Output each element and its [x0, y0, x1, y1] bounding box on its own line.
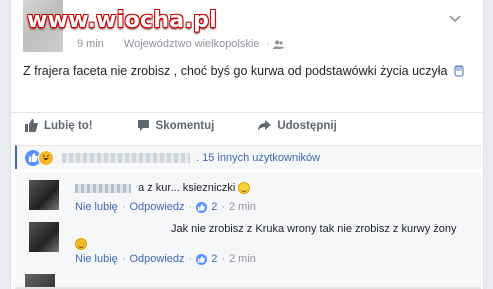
like-button[interactable]: Lubię to! [25, 119, 93, 132]
comment-text: a z kur... ksiezniczki [138, 182, 236, 194]
meta-separator: · [121, 201, 126, 213]
reactions-others-count[interactable]: . 15 innych użytkowników [196, 152, 320, 164]
share-arrow-icon [258, 120, 272, 131]
post-location-label[interactable]: Województwo wielkopolskie [124, 38, 260, 50]
unlike-link[interactable]: Nie lubię [75, 253, 118, 265]
share-label: Udostępnij [277, 119, 337, 132]
comment-button[interactable]: Skomentuj [137, 119, 215, 132]
comment-text: Jak nie zrobisz z Kruka wrony tak nie zr… [171, 223, 457, 235]
post-location[interactable]: Województwo wielkopolskie · [124, 38, 285, 50]
thumbs-up-icon [25, 119, 38, 132]
fist-emoji-icon [451, 64, 464, 78]
unlike-link[interactable]: Nie lubię [75, 201, 118, 213]
comment-like-icon [196, 201, 208, 213]
post-body: Z frajera faceta nie zrobisz , choć byś … [23, 62, 473, 81]
comment-author-blurred[interactable] [75, 183, 131, 193]
meta-separator: · [121, 253, 126, 265]
comment-like-count[interactable]: 2 [211, 201, 217, 213]
comment-author-avatar[interactable] [29, 180, 59, 210]
post-card: www.wiocha.pl 9 min Województwo wielkopo… [10, 0, 484, 289]
comments-section: a z kur... ksiezniczki Nie lubię · Odpow… [15, 172, 481, 289]
comment-timestamp[interactable]: 2 min [229, 253, 256, 265]
comment-author-avatar[interactable] [29, 222, 59, 252]
watermark-logo: www.wiocha.pl [27, 8, 217, 33]
haha-reaction-icon [38, 149, 54, 166]
post-timestamp[interactable]: 9 min [77, 38, 104, 50]
comment-meta: Nie lubię · Odpowiedz · 2 · 2 min [75, 253, 256, 265]
post-meta: 9 min Województwo wielkopolskie · [77, 38, 285, 50]
comment-body: Jak nie zrobisz z Kruka wrony tak nie zr… [171, 223, 457, 235]
reply-link[interactable]: Odpowiedz [129, 253, 184, 265]
like-label: Lubię to! [44, 119, 93, 132]
comment-like-icon [196, 253, 208, 265]
comment-emoji-line [75, 236, 87, 250]
reply-link[interactable]: Odpowiedz [129, 201, 184, 213]
comment-label: Skomentuj [155, 119, 215, 132]
post-actions: Lubię to! Skomentuj Udostępnij [11, 112, 483, 138]
speech-bubble-icon [137, 120, 149, 131]
share-button[interactable]: Udostępnij [258, 119, 337, 132]
meta-separator: · [188, 253, 193, 265]
comment-like-count[interactable]: 2 [211, 253, 217, 265]
reactions-summary[interactable]: . 15 innych użytkowników [15, 145, 481, 169]
comment-timestamp[interactable]: 2 min [229, 201, 256, 213]
comment-meta: Nie lubię · Odpowiedz · 2 · 2 min [75, 201, 256, 213]
meta-separator: · [221, 253, 225, 265]
grin-emoji-icon [75, 237, 87, 250]
audience-friends-icon[interactable]: · [267, 38, 285, 50]
smile-emoji-icon [238, 182, 251, 195]
comment-body: a z kur... ksiezniczki [75, 182, 251, 195]
post-options-chevron-icon[interactable] [449, 12, 461, 26]
post-text: Z frajera faceta nie zrobisz , choć byś … [23, 64, 448, 78]
meta-separator: · [188, 201, 193, 213]
meta-separator: · [221, 201, 225, 213]
reaction-names-blurred [62, 152, 190, 163]
